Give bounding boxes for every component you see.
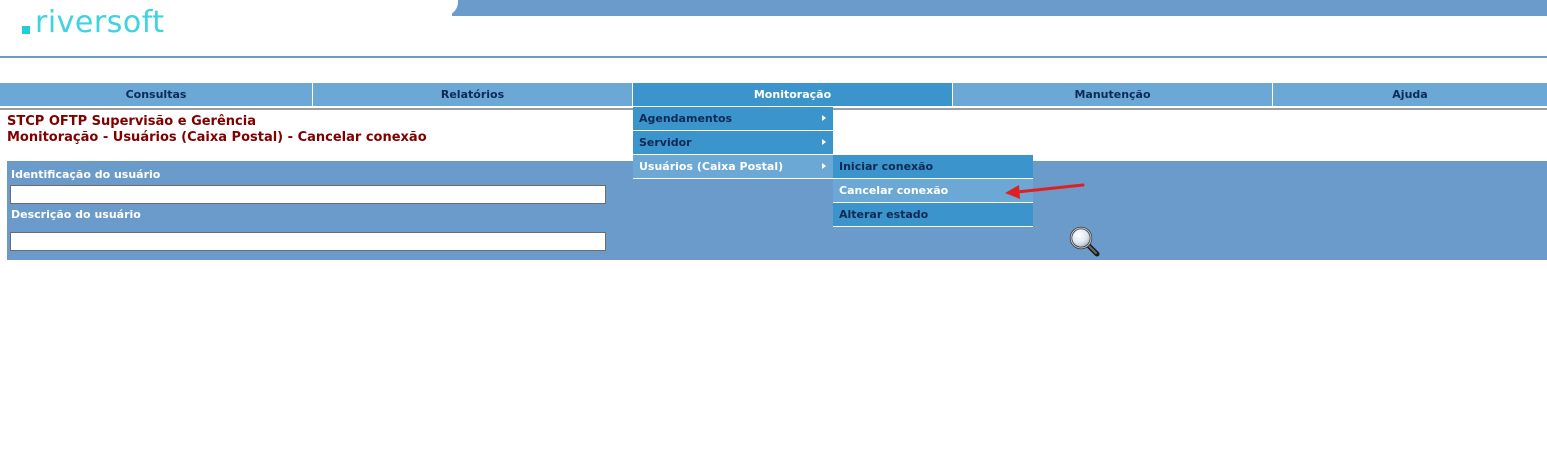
submenu-item-iniciar-conexao[interactable]: Iniciar conexão bbox=[833, 155, 1033, 179]
red-arrow-annotation bbox=[1005, 183, 1085, 199]
riversoft-logo: riversoft bbox=[22, 4, 165, 40]
logo-square-icon bbox=[22, 26, 30, 34]
submenu-item-alterar-estado[interactable]: Alterar estado bbox=[833, 203, 1033, 227]
dropdown-item-agendamentos[interactable]: Agendamentos bbox=[633, 107, 833, 131]
dropdown-item-label: Usuários (Caixa Postal) bbox=[639, 160, 784, 173]
menu-monitoracao[interactable]: Monitoração bbox=[633, 83, 953, 106]
search-button[interactable] bbox=[1067, 224, 1103, 260]
dropdown-item-label: Agendamentos bbox=[639, 112, 733, 125]
user-id-label: Identificação do usuário bbox=[11, 168, 161, 181]
main-menubar: Consultas Relatórios Monitoração Manuten… bbox=[0, 83, 1547, 106]
magnifier-icon bbox=[1069, 226, 1100, 257]
logo-text: riversoft bbox=[35, 5, 165, 40]
menu-ajuda[interactable]: Ajuda bbox=[1273, 83, 1547, 106]
page-title: STCP OFTP Supervisão e Gerência bbox=[7, 114, 256, 129]
submenu-item-label: Alterar estado bbox=[839, 208, 929, 221]
page-subtitle: Monitoração - Usuários (Caixa Postal) - … bbox=[7, 130, 427, 145]
header-divider bbox=[0, 56, 1547, 58]
header-band bbox=[452, 0, 1547, 16]
submenu-arrow-icon bbox=[822, 139, 826, 145]
submenu-item-label: Cancelar conexão bbox=[839, 184, 949, 197]
dropdown-item-usuarios[interactable]: Usuários (Caixa Postal) bbox=[633, 155, 833, 179]
dropdown-item-label: Servidor bbox=[639, 136, 692, 149]
menu-manutencao[interactable]: Manutenção bbox=[953, 83, 1273, 106]
user-id-input[interactable] bbox=[10, 185, 606, 204]
monitoracao-dropdown: Agendamentos Servidor Usuários (Caixa Po… bbox=[633, 107, 833, 179]
submenu-arrow-icon bbox=[822, 163, 826, 169]
menu-relatorios[interactable]: Relatórios bbox=[313, 83, 633, 106]
submenu-item-label: Iniciar conexão bbox=[839, 160, 934, 173]
menu-consultas[interactable]: Consultas bbox=[0, 83, 313, 106]
dropdown-item-servidor[interactable]: Servidor bbox=[633, 131, 833, 155]
submenu-arrow-icon bbox=[822, 115, 826, 121]
user-desc-label: Descrição do usuário bbox=[11, 208, 141, 221]
user-desc-input[interactable] bbox=[10, 232, 606, 251]
